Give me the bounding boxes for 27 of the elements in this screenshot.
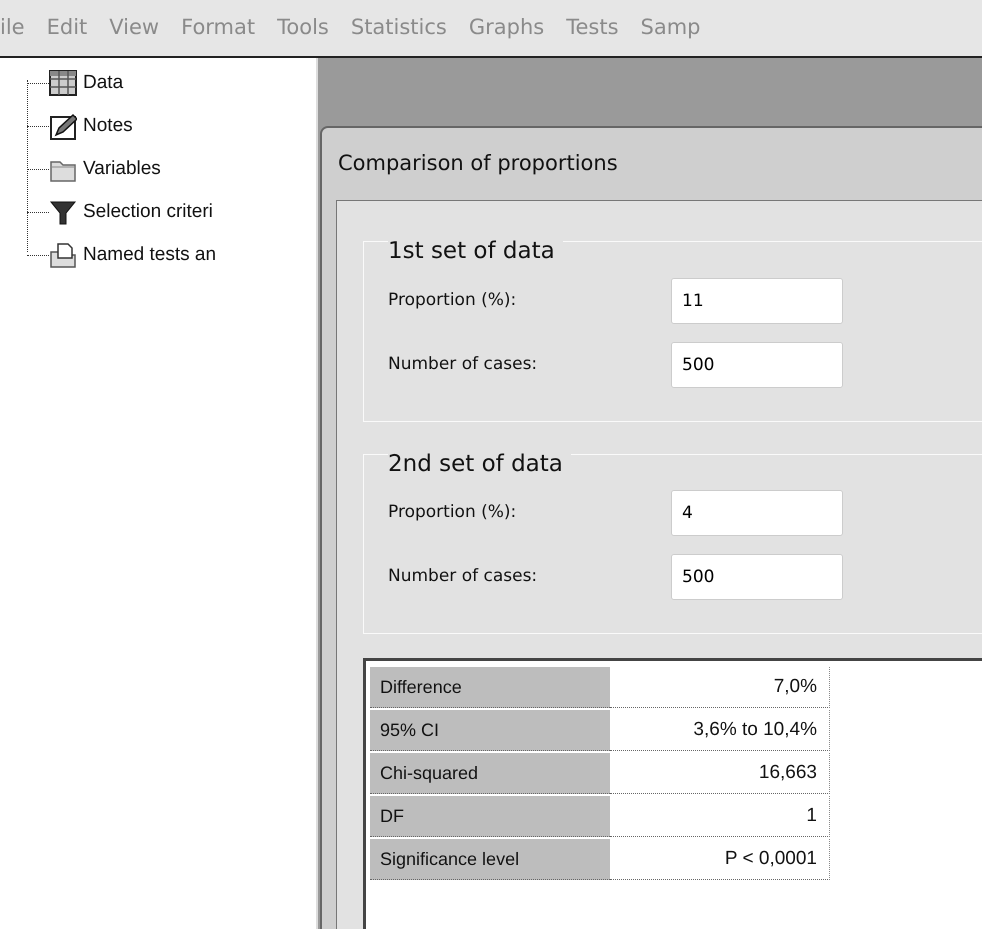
input-field[interactable]: 500 bbox=[671, 554, 843, 600]
field-label: Number of cases: bbox=[388, 352, 538, 376]
grid-icon bbox=[49, 70, 77, 97]
table-cell: DF bbox=[370, 796, 610, 837]
tree-item[interactable]: Selection criteri bbox=[83, 198, 213, 227]
table-cell: Difference bbox=[370, 667, 610, 708]
table-cell: Significance level bbox=[370, 839, 610, 880]
pencil-icon bbox=[49, 113, 77, 140]
tree-item[interactable]: Named tests an bbox=[83, 241, 216, 270]
table-cell: 16,663 bbox=[610, 753, 830, 794]
input-field[interactable]: 500 bbox=[671, 342, 843, 388]
funnel-icon bbox=[49, 199, 77, 226]
field-label: Number of cases: bbox=[388, 565, 538, 588]
field-label: Proportion (%): bbox=[388, 288, 518, 312]
table-cell: 3,6% to 10,4% bbox=[610, 710, 830, 751]
input-field[interactable]: 11 bbox=[671, 278, 843, 324]
table-cell: 1 bbox=[610, 796, 830, 837]
table-cell: 95% CI bbox=[370, 710, 610, 751]
table-cell: Chi-squared bbox=[370, 753, 610, 794]
field-label: Proportion (%): bbox=[388, 501, 518, 524]
dialog-title: Comparison of proportions bbox=[338, 151, 618, 175]
table-cell: P < 0,0001 bbox=[610, 839, 830, 880]
input-field[interactable]: 4 bbox=[671, 490, 843, 536]
tree-item[interactable]: Variables bbox=[83, 155, 161, 184]
tree-item[interactable]: Data bbox=[83, 69, 124, 98]
table-cell: 7,0% bbox=[610, 667, 830, 708]
tree-item[interactable]: Notes bbox=[83, 112, 133, 141]
